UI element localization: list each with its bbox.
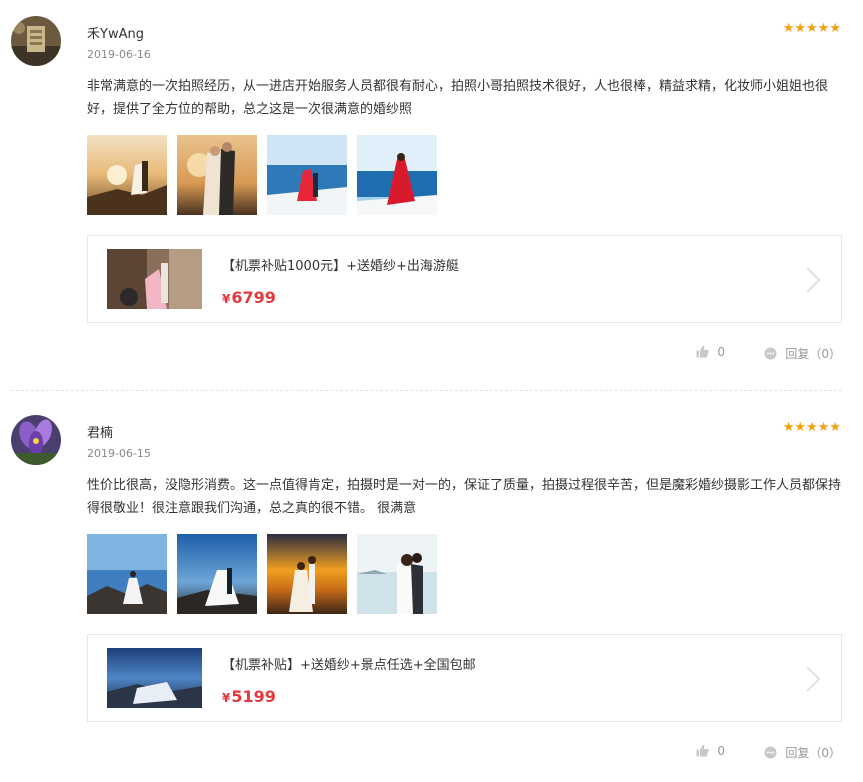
currency-symbol: ¥: [222, 292, 231, 306]
review-username: 君楠: [87, 426, 114, 441]
review-photo[interactable]: [357, 534, 437, 614]
reply-button[interactable]: 回复（0）: [764, 744, 841, 761]
review-date: 2019-06-15: [87, 447, 151, 460]
comment-icon: [764, 746, 777, 759]
review-photo[interactable]: [267, 135, 347, 215]
like-count: 0: [717, 744, 725, 758]
star-rating: ★★★★★: [782, 420, 841, 435]
user-avatar[interactable]: [11, 16, 61, 66]
thumbs-up-icon: [696, 744, 710, 757]
price-value: 6799: [231, 288, 276, 307]
review-photo[interactable]: [267, 534, 347, 614]
review-text: 性价比很高，没隐形消费。这一点值得肯定，拍摄时是一对一的，保证了质量，拍摄过程很…: [87, 478, 842, 516]
review-photo[interactable]: [87, 135, 167, 215]
product-price: ¥5199: [222, 687, 276, 706]
review-username: 禾YwAng: [87, 27, 144, 42]
product-thumbnail: [107, 648, 202, 708]
review-photo[interactable]: [177, 534, 257, 614]
star-rating: ★★★★★: [782, 21, 841, 36]
review-date: 2019-06-16: [87, 48, 151, 61]
reply-button[interactable]: 回复（0）: [764, 345, 841, 362]
chevron-right-icon: [803, 665, 823, 693]
product-card[interactable]: 【机票补贴1000元】+送婚纱+出海游艇 ¥6799: [87, 235, 842, 323]
product-price: ¥6799: [222, 288, 276, 307]
like-button[interactable]: 0: [696, 744, 725, 758]
reply-label: 回复（0）: [785, 746, 841, 760]
thumbs-up-icon: [696, 345, 710, 358]
product-card[interactable]: 【机票补贴】+送婚纱+景点任选+全国包邮 ¥5199: [87, 634, 842, 722]
review-text: 非常满意的一次拍照经历，从一进店开始服务人员都很有耐心，拍照小哥拍照技术很好，人…: [87, 79, 829, 117]
product-title[interactable]: 【机票补贴1000元】+送婚纱+出海游艇: [222, 255, 459, 274]
reply-label: 回复（0）: [785, 347, 841, 361]
currency-symbol: ¥: [222, 691, 231, 705]
divider: [11, 390, 842, 391]
user-avatar[interactable]: [11, 415, 61, 465]
like-count: 0: [717, 345, 725, 359]
review-photo[interactable]: [87, 534, 167, 614]
price-value: 5199: [231, 687, 276, 706]
chevron-right-icon: [803, 266, 823, 294]
product-title[interactable]: 【机票补贴】+送婚纱+景点任选+全国包邮: [222, 654, 476, 673]
comment-icon: [764, 347, 777, 360]
review-photo[interactable]: [357, 135, 437, 215]
like-button[interactable]: 0: [696, 345, 725, 359]
review-photo[interactable]: [177, 135, 257, 215]
product-thumbnail: [107, 249, 202, 309]
